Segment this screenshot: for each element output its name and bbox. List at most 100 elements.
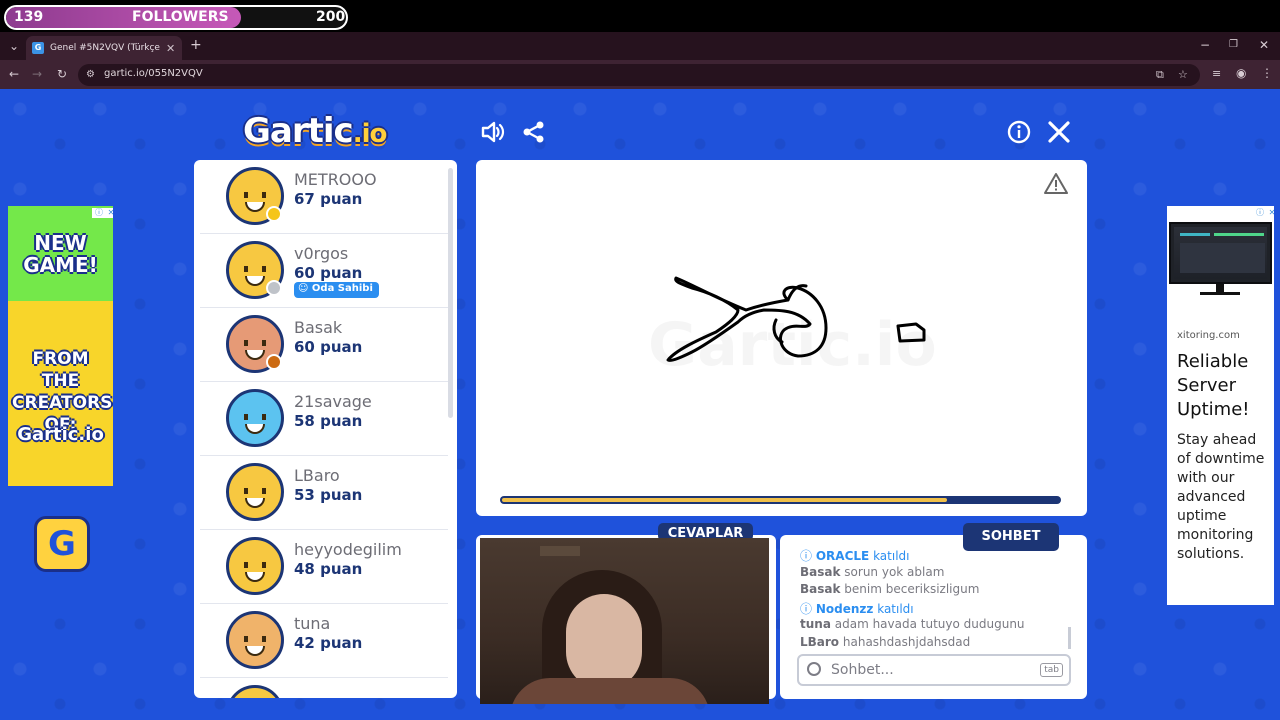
- player-name: v0rgos: [294, 244, 349, 263]
- ad-new-game: NEW GAME!: [23, 231, 98, 277]
- player-avatar: [226, 389, 284, 447]
- info-icon[interactable]: [1006, 119, 1032, 145]
- round-timer-bar: [500, 496, 1061, 504]
- chat-message: LBaro hahashdashjdahsdad: [800, 634, 971, 649]
- player-avatar: [226, 463, 284, 521]
- tab-chat[interactable]: SOHBET: [963, 523, 1059, 551]
- favicon-icon: G: [32, 42, 44, 54]
- stream-overlay-bar: 139 FOLLOWERS 200: [0, 0, 1280, 32]
- address-bar[interactable]: ⚙ gartic.io/055N2VQV ⧉ ☆: [78, 64, 1200, 86]
- ad-g-logo: G: [34, 516, 90, 572]
- player-name: LBaro: [294, 466, 340, 485]
- browser-tabstrip: ⌄ G Genel #5N2VQV (Türkçe) - Gart ✕ + − …: [0, 32, 1280, 60]
- search-icon: [807, 662, 821, 676]
- followers-goal: 200: [316, 9, 346, 25]
- player-name: tuna: [294, 614, 331, 633]
- menu-icon[interactable]: ⋮: [1261, 66, 1273, 80]
- minimize-icon[interactable]: −: [1200, 38, 1210, 52]
- info-icon: ⓘ: [800, 601, 813, 616]
- close-icon[interactable]: [1046, 119, 1072, 145]
- chat-scrollbar[interactable]: [1068, 627, 1071, 649]
- followers-label: FOLLOWERS: [132, 9, 229, 25]
- player-status-dot: [266, 354, 282, 370]
- ad-headline: Reliable Server Uptime!: [1177, 351, 1250, 420]
- player-row-partial: [200, 678, 448, 698]
- player-score: 60 puan: [294, 264, 363, 282]
- profile-icon[interactable]: ◉: [1236, 66, 1246, 80]
- player-avatar: [226, 537, 284, 595]
- player-list: METROOO 67 puan v0rgos 60 puan ☺ Oda Sahibi B…: [194, 160, 457, 698]
- ad-banner-right[interactable]: ⓘ ✕ xitoring.com Reliable Server Uptime!…: [1167, 206, 1274, 605]
- tab-list-icon[interactable]: ⌄: [9, 39, 19, 53]
- forward-icon[interactable]: →: [32, 67, 42, 81]
- install-app-icon[interactable]: ⧉: [1156, 68, 1164, 82]
- player-score: 67 puan: [294, 190, 363, 208]
- ad-from-creators: FROM THE CREATORS OF:: [12, 349, 113, 435]
- player-score: 60 puan: [294, 338, 363, 356]
- tab-title: Genel #5N2VQV (Türkçe) - Gart: [50, 43, 160, 53]
- player-status-dot: [266, 280, 282, 296]
- ad-monitor-image: [1169, 222, 1272, 284]
- bookmark-star-icon[interactable]: ☆: [1178, 68, 1188, 82]
- new-tab-icon[interactable]: +: [190, 38, 202, 52]
- player-name: heyyodegilim: [294, 540, 402, 559]
- round-timer-fill: [502, 498, 947, 502]
- chat-input[interactable]: Sohbet... tab: [797, 654, 1071, 686]
- player-row[interactable]: tuna 42 puan: [200, 604, 448, 678]
- reload-icon[interactable]: ↻: [57, 67, 67, 81]
- ad-body: Stay ahead of downtime with our advanced…: [1177, 432, 1265, 562]
- player-row[interactable]: v0rgos 60 puan ☺ Oda Sahibi: [200, 234, 448, 308]
- tab-key-hint: tab: [1040, 663, 1063, 677]
- drawing-canvas[interactable]: Gartic.io: [476, 160, 1087, 516]
- restore-icon[interactable]: ❐: [1229, 38, 1238, 52]
- ad-close-icon[interactable]: ✕: [104, 208, 113, 218]
- game-page: Gartic.io METROOO 67 puan v0rgos 60 puan ☺ O…: [0, 89, 1280, 720]
- chat-message: tuna adam havada tutuyo dudugunu: [800, 617, 1025, 631]
- chat-messages: ⓘ ORACLE katıldı Basak sorun yok ablam Bas…: [800, 547, 1070, 652]
- share-icon[interactable]: [521, 119, 547, 145]
- player-score: 42 puan: [294, 634, 363, 652]
- ad-close-icon[interactable]: ✕: [1265, 208, 1274, 218]
- site-info-icon[interactable]: ⚙: [86, 68, 95, 82]
- followers-goal-bar: 139 FOLLOWERS 200: [4, 5, 348, 30]
- player-name: METROOO: [294, 170, 377, 189]
- player-row[interactable]: LBaro 53 puan: [200, 456, 448, 530]
- url-text: gartic.io/055N2VQV: [104, 68, 203, 79]
- webcam-background-light: [540, 546, 580, 556]
- chat-message: Basak benim beceriksizligum: [800, 582, 980, 596]
- webcam-person-face: [566, 594, 642, 690]
- streamer-webcam: [480, 538, 769, 704]
- chat-placeholder: Sohbet...: [831, 662, 894, 678]
- player-row[interactable]: heyyodegilim 48 puan: [200, 530, 448, 604]
- ad-banner-left[interactable]: ⓘ ✕ NEW GAME! FROM THE CREATORS OF: Gart…: [8, 206, 113, 605]
- player-score: 48 puan: [294, 560, 363, 578]
- player-row[interactable]: 21savage 58 puan: [200, 382, 448, 456]
- info-icon: ⓘ: [800, 549, 813, 563]
- webcam-person-shirt: [510, 678, 710, 704]
- player-avatar: [226, 685, 284, 698]
- followers-current: 139: [14, 9, 44, 25]
- ad-domain: xitoring.com: [1177, 330, 1240, 341]
- address-toolbar: ← → ↻ ⚙ gartic.io/055N2VQV ⧉ ☆ ≡ ◉ ⋮: [0, 60, 1280, 89]
- speaker-icon[interactable]: [480, 119, 506, 145]
- media-icon[interactable]: ≡: [1212, 67, 1221, 81]
- player-name: Basak: [294, 318, 343, 337]
- ad-brand: Gartic.io: [17, 424, 104, 445]
- player-score: 53 puan: [294, 486, 363, 504]
- player-name: 21savage: [294, 392, 372, 411]
- player-list-scrollbar[interactable]: [448, 168, 453, 418]
- player-row[interactable]: Basak 60 puan: [200, 308, 448, 382]
- player-status-dot: [266, 206, 282, 222]
- room-owner-badge: ☺ Oda Sahibi: [294, 282, 379, 298]
- player-row[interactable]: METROOO 67 puan: [200, 160, 448, 234]
- player-score: 58 puan: [294, 412, 363, 430]
- window-close-icon[interactable]: ✕: [1259, 38, 1269, 52]
- browser-tab[interactable]: G Genel #5N2VQV (Türkçe) - Gart ✕: [26, 36, 182, 60]
- back-icon[interactable]: ←: [9, 67, 19, 81]
- chat-panel: ⓘ ORACLE katıldı Basak sorun yok ablam Bas…: [780, 535, 1087, 699]
- gartic-logo: Gartic.io: [243, 111, 387, 151]
- chat-join-message: ⓘ Nodenzz katıldı: [800, 601, 914, 616]
- tab-close-icon[interactable]: ✕: [166, 42, 175, 55]
- player-avatar: [226, 611, 284, 669]
- drawing-strokes: [666, 276, 926, 362]
